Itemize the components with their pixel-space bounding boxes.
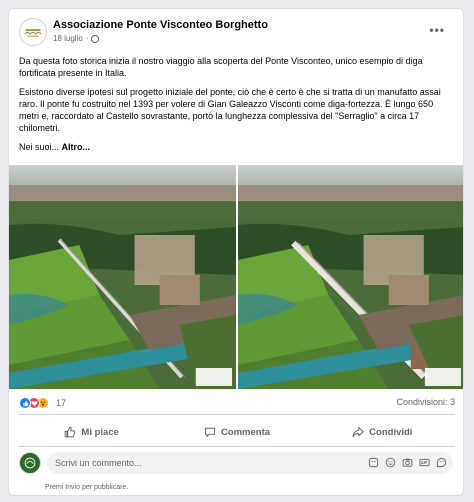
comment-composer <box>19 452 455 476</box>
comment-label: Commenta <box>220 426 271 438</box>
photo-right[interactable] <box>238 165 463 389</box>
photo-gallery <box>9 165 463 389</box>
sticker-icon[interactable] <box>368 457 379 468</box>
comment-box <box>47 452 453 474</box>
share-icon <box>352 427 364 437</box>
comment-button[interactable]: Commenta <box>164 421 309 443</box>
sticker-face-icon[interactable] <box>436 457 447 468</box>
logo-icon <box>22 455 38 471</box>
like-label: Mi piace <box>81 426 119 438</box>
see-more-link[interactable]: Altro... <box>62 142 91 152</box>
post-paragraph-1: Da questa foto storica inizia il nostro … <box>19 56 423 78</box>
share-label: Condividi <box>369 426 413 438</box>
post-truncated: Nei suoi... Altro... <box>19 141 451 153</box>
page-avatar[interactable] <box>19 18 47 46</box>
comment-input[interactable] <box>55 452 345 474</box>
post-stats: 17 Condivisioni: 3 <box>19 397 455 411</box>
globe-icon <box>91 34 100 43</box>
reaction-count: 17 <box>56 398 67 408</box>
reactions-summary[interactable]: 17 <box>19 397 66 409</box>
page-name[interactable]: Associazione Ponte Visconteo Borghetto <box>53 19 268 31</box>
photo-left[interactable] <box>9 165 236 389</box>
thumbs-up-icon <box>65 426 76 438</box>
shares-count[interactable]: Condivisioni: 3 <box>396 397 455 407</box>
camera-icon[interactable] <box>402 457 413 468</box>
like-icon <box>19 397 31 409</box>
user-avatar[interactable] <box>19 452 41 474</box>
gif-icon[interactable] <box>419 457 430 468</box>
comment-hint: Premi Invio per pubblicare. <box>45 484 129 491</box>
comment-tools <box>368 457 447 468</box>
aerial-photo-image <box>9 165 236 389</box>
meta-separator: · <box>85 34 89 43</box>
like-button[interactable]: Mi piace <box>19 421 164 443</box>
post-card: Associazione Ponte Visconteo Borghetto 1… <box>8 8 464 496</box>
post-header: Associazione Ponte Visconteo Borghetto 1… <box>9 9 463 55</box>
post-meta: 18 luglio · <box>53 34 100 43</box>
post-paragraph-2: Esistono diverse ipotesi sul progetto in… <box>19 87 441 133</box>
more-options-icon[interactable]: ••• <box>429 23 445 37</box>
divider <box>19 414 455 415</box>
truncated-text: Nei suoi... <box>19 142 60 152</box>
logo-icon <box>20 19 46 45</box>
share-button[interactable]: Condividi <box>310 421 455 443</box>
comment-icon <box>204 427 215 437</box>
post-text: Da questa foto storica inizia il nostro … <box>19 55 451 160</box>
post-date[interactable]: 18 luglio <box>53 34 83 43</box>
divider <box>19 446 455 447</box>
aerial-photo-image <box>238 165 463 389</box>
emoji-icon[interactable] <box>385 457 396 468</box>
post-actions: Mi piace Commenta Condividi <box>19 421 455 443</box>
